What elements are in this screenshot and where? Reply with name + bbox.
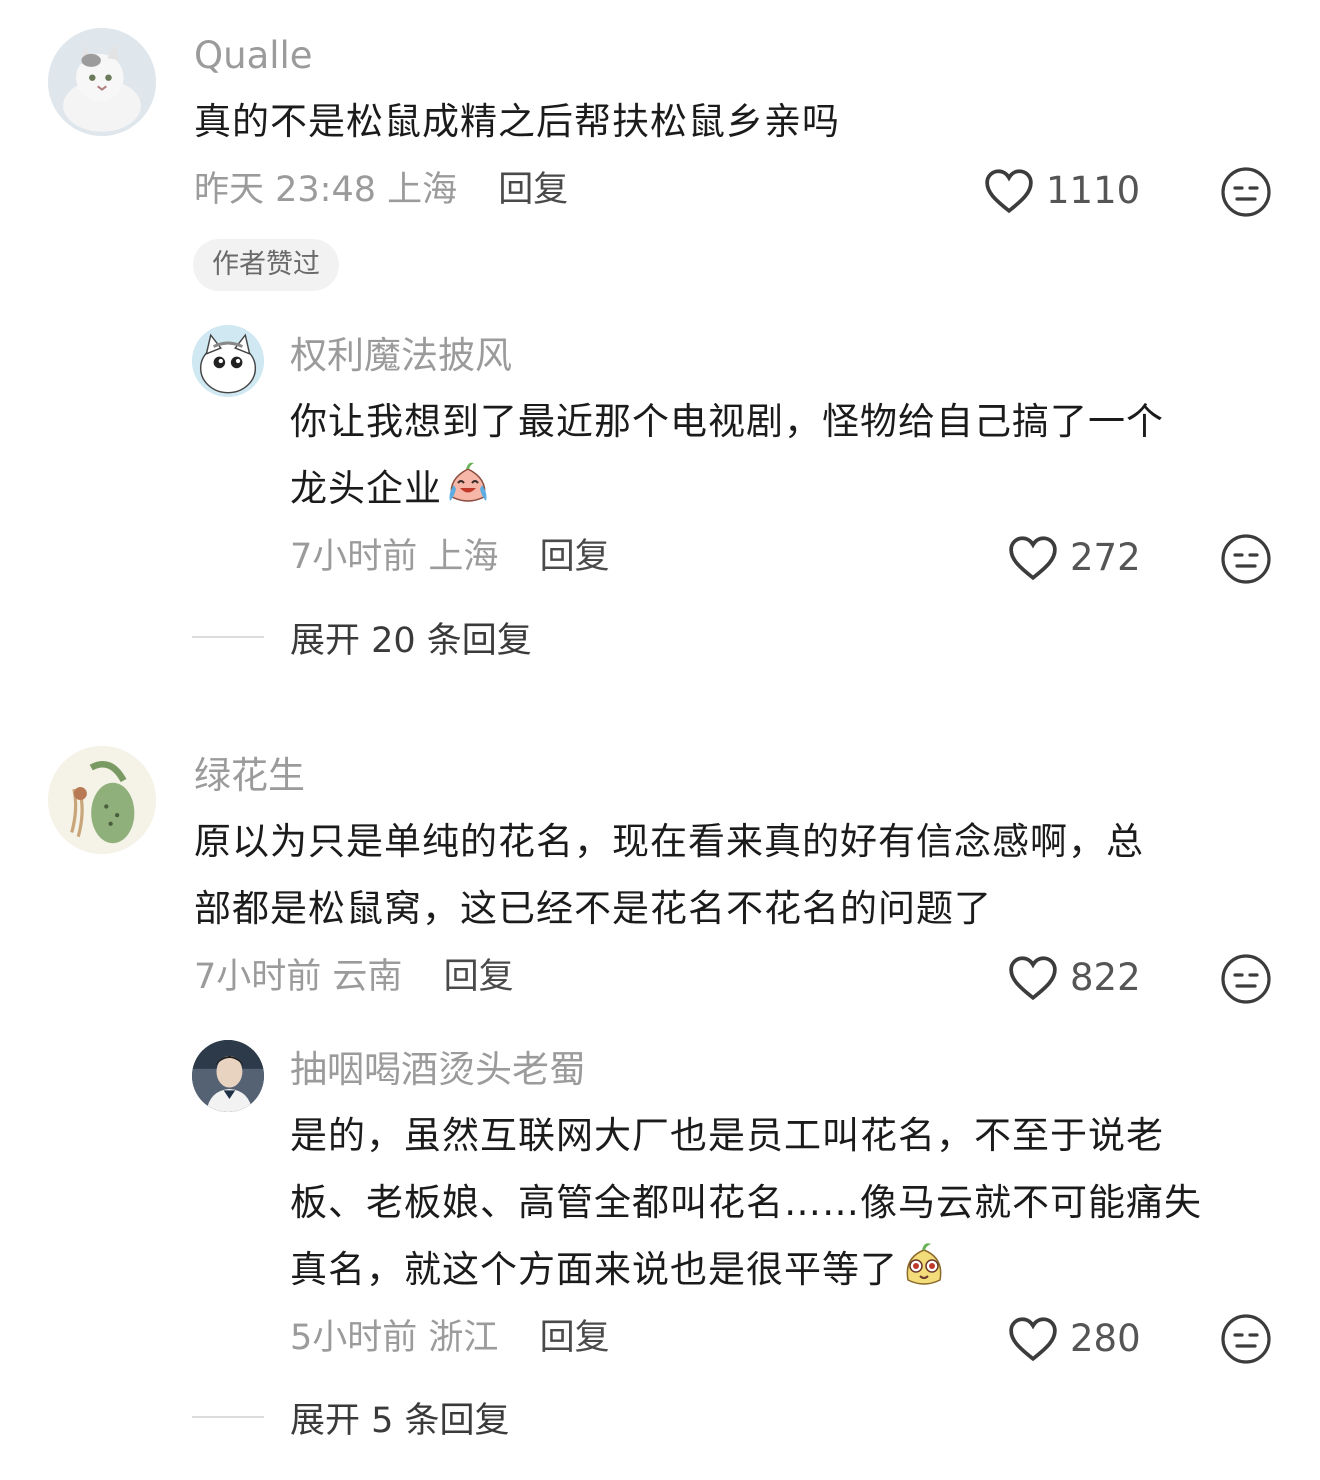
like-button[interactable]: 280 bbox=[1008, 1316, 1141, 1362]
comment-text-line: 部都是松鼠窝，这已经不是花名不花名的问题了 bbox=[194, 887, 992, 930]
username[interactable]: 权利魔法披风 bbox=[290, 334, 512, 378]
heart-outline-icon bbox=[985, 169, 1033, 214]
meh-face-icon[interactable] bbox=[1220, 1313, 1272, 1365]
cartoon-cat-avatar-icon bbox=[192, 325, 264, 397]
meh-face-icon[interactable] bbox=[1220, 166, 1272, 218]
avatar[interactable] bbox=[48, 28, 156, 136]
like-count: 822 bbox=[1070, 956, 1141, 999]
reply-meta: 7小时前 上海 回复 bbox=[290, 535, 610, 579]
reply-text-line-content: 真名，就这个方面来说也是很平等了 bbox=[290, 1248, 898, 1291]
like-count: 1110 bbox=[1046, 169, 1141, 212]
crying-laugh-emoji bbox=[449, 462, 487, 502]
reply-button[interactable]: 回复 bbox=[444, 957, 514, 997]
person-avatar-icon bbox=[192, 1040, 264, 1112]
username[interactable]: 抽咽喝酒烫头老蜀 bbox=[290, 1048, 586, 1092]
reply-text-line: 你让我想到了最近那个电视剧，怪物给自己搞了一个 bbox=[290, 400, 1164, 443]
reply-button[interactable]: 回复 bbox=[540, 537, 610, 577]
comment-meta: 7小时前 云南 回复 bbox=[194, 955, 514, 999]
comment-text-line: 原以为只是单纯的花名，现在看来真的好有信念感啊，总 bbox=[194, 820, 1144, 863]
reply-text-line-content: 龙头企业 bbox=[290, 467, 442, 510]
heart-outline-icon bbox=[1009, 536, 1057, 581]
location: 上海 bbox=[428, 537, 499, 577]
comment-meta: 昨天 23:48 上海 回复 bbox=[194, 168, 568, 212]
comment-text: 真的不是松鼠成精之后帮扶松鼠乡亲吗 bbox=[194, 100, 840, 143]
like-button[interactable]: 822 bbox=[1008, 955, 1141, 1001]
divider-line bbox=[192, 636, 264, 638]
reply-text-line: 板、老板娘、高管全都叫花名……像马云就不可能痛失 bbox=[290, 1181, 1202, 1224]
expand-replies-label: 展开 5 条回复 bbox=[290, 1400, 510, 1441]
peanut-avatar-icon bbox=[48, 746, 156, 854]
meh-face-icon[interactable] bbox=[1220, 953, 1272, 1005]
location: 浙江 bbox=[428, 1318, 499, 1358]
reply-text-line: 龙头企业 bbox=[290, 455, 1270, 522]
reply-text-line: 是的，虽然互联网大厂也是员工叫花名，不至于说老 bbox=[290, 1114, 1164, 1157]
meh-face-icon[interactable] bbox=[1220, 533, 1272, 585]
comment-text: 原以为只是单纯的花名，现在看来真的好有信念感啊，总 部都是松鼠窝，这已经不是花名… bbox=[194, 808, 1274, 942]
username[interactable]: Qualle bbox=[194, 34, 313, 78]
timestamp: 7小时前 bbox=[194, 957, 322, 997]
avatar[interactable] bbox=[192, 1040, 264, 1112]
avatar[interactable] bbox=[192, 325, 264, 397]
like-count: 280 bbox=[1070, 1317, 1141, 1360]
reply-text-line: 真名，就这个方面来说也是很平等了 bbox=[290, 1236, 1290, 1303]
reply-text: 是的，虽然互联网大厂也是员工叫花名，不至于说老 板、老板娘、高管全都叫花名……像… bbox=[290, 1102, 1290, 1303]
timestamp: 昨天 23:48 bbox=[194, 170, 376, 210]
heart-outline-icon bbox=[1009, 1317, 1057, 1362]
reply-meta: 5小时前 浙江 回复 bbox=[290, 1316, 610, 1360]
reply-button[interactable]: 回复 bbox=[540, 1318, 610, 1358]
location: 云南 bbox=[332, 957, 403, 997]
avatar[interactable] bbox=[48, 746, 156, 854]
cat-avatar-icon bbox=[48, 28, 156, 136]
reply-button[interactable]: 回复 bbox=[498, 170, 568, 210]
like-button[interactable]: 272 bbox=[1008, 535, 1141, 581]
timestamp: 7小时前 bbox=[290, 537, 418, 577]
author-liked-badge: 作者赞过 bbox=[193, 239, 339, 291]
timestamp: 5小时前 bbox=[290, 1318, 418, 1358]
expand-replies-label: 展开 20 条回复 bbox=[290, 620, 532, 661]
username[interactable]: 绿花生 bbox=[194, 754, 305, 798]
divider-line bbox=[192, 1416, 264, 1418]
reply-text: 你让我想到了最近那个电视剧，怪物给自己搞了一个 龙头企业 bbox=[290, 388, 1270, 522]
location: 上海 bbox=[387, 170, 458, 210]
heart-outline-icon bbox=[1009, 956, 1057, 1001]
expand-replies-button[interactable]: 展开 5 条回复 bbox=[192, 1392, 510, 1442]
like-button[interactable]: 1110 bbox=[984, 168, 1140, 214]
curious-peanut-emoji bbox=[906, 1243, 942, 1285]
like-count: 272 bbox=[1070, 536, 1141, 579]
expand-replies-button[interactable]: 展开 20 条回复 bbox=[192, 612, 532, 662]
